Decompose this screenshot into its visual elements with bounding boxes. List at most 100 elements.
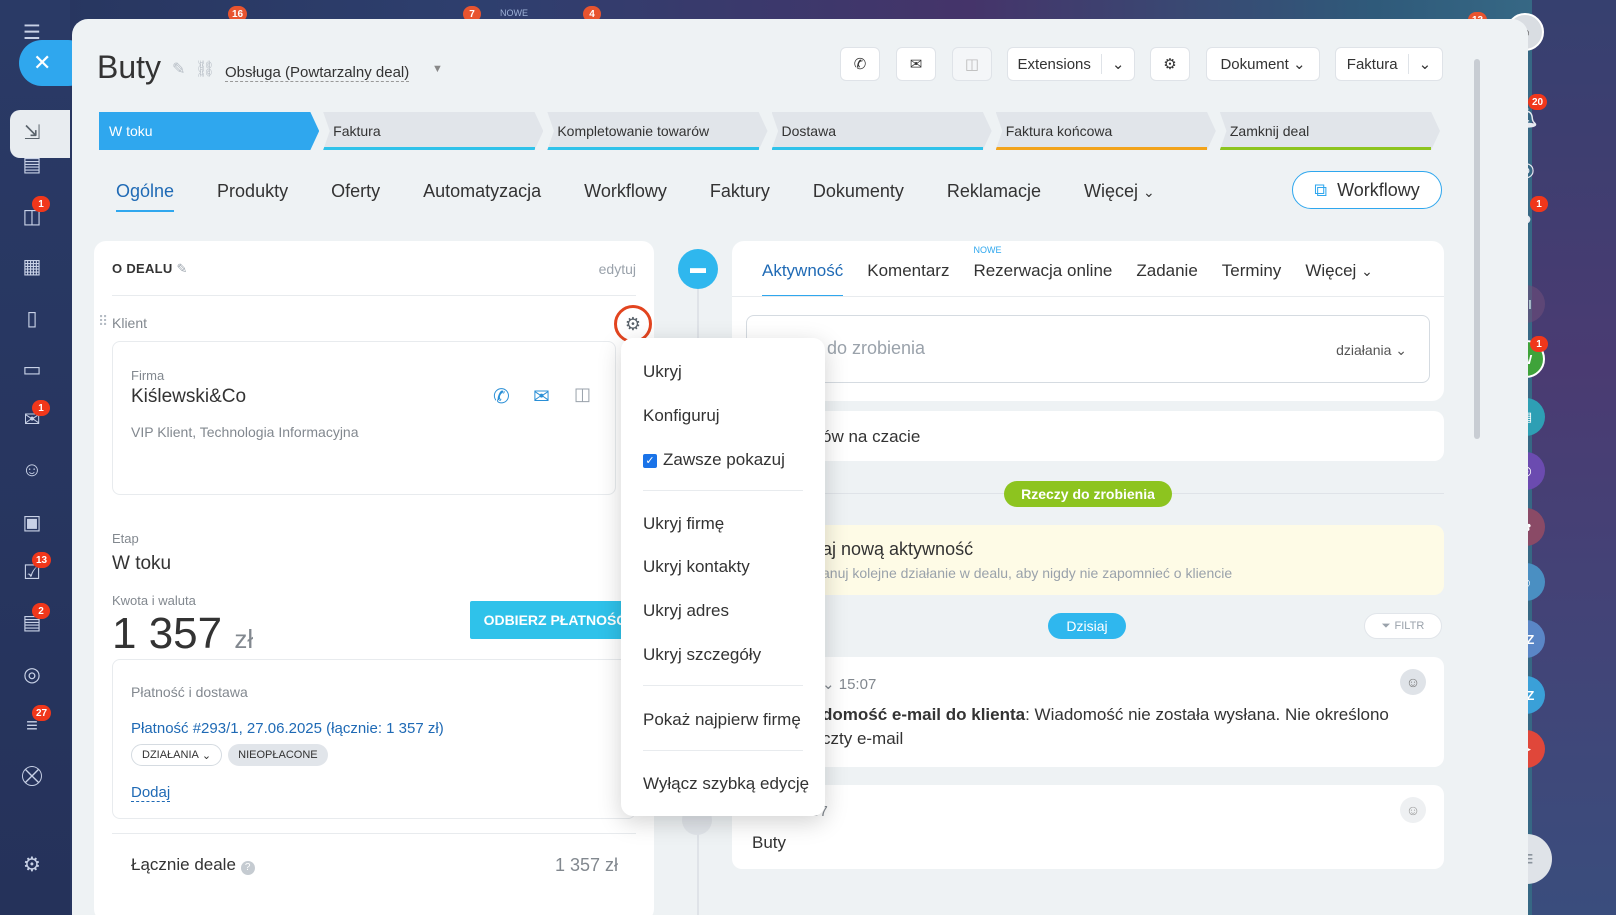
stage-label: Faktura	[333, 123, 381, 139]
email-time-value: 15:07	[838, 676, 877, 693]
link-icon[interactable]: ⛓	[195, 59, 215, 79]
menu-item-always-show[interactable]: ✓ Zawsze pokazuj	[643, 450, 785, 470]
tab-automatyzacja[interactable]: Automatyzacja	[423, 181, 541, 212]
company-card: Firma Kiślewski&Co ✆ ✉ ◫ VIP Klient, Tec…	[112, 341, 616, 495]
stage-label: Zamknij deal	[1229, 123, 1310, 139]
settings-button[interactable]: ⚙	[1150, 47, 1190, 81]
phone-icon[interactable]: ✆	[493, 384, 510, 409]
drag-handle-icon[interactable]: ⠿	[98, 313, 108, 330]
payment-link[interactable]: Płatność #293/1, 27.06.2025 (łącznie: 1 …	[131, 720, 444, 737]
target-icon[interactable]: ◎	[18, 660, 46, 688]
etap-value: W toku	[112, 553, 172, 574]
faktura-button[interactable]: Faktura ⌄	[1335, 47, 1443, 81]
board-icon[interactable]: ▣	[18, 508, 46, 536]
tab-dokumenty[interactable]: Dokumenty	[813, 181, 904, 212]
menu-item-hide[interactable]: Ukryj	[643, 362, 682, 382]
currency: zł	[234, 624, 254, 654]
stage-kompletowanie[interactable]: Kompletowanie towarów	[547, 112, 768, 150]
add-link[interactable]: Dodaj	[131, 784, 171, 802]
scrollbar[interactable]	[1474, 59, 1480, 439]
actions-chip[interactable]: DZIAŁANIA ⌄	[131, 744, 223, 766]
settings-icon[interactable]: ⚙	[18, 850, 46, 878]
tab-workflowy[interactable]: Workflowy	[584, 181, 667, 212]
menu-item-hide-address[interactable]: Ukryj adres	[643, 601, 729, 621]
crm-icon[interactable]: ⇲	[18, 118, 46, 146]
todo-input[interactable]: do zrobienia działania ⌄	[746, 315, 1430, 383]
email-activity-item[interactable]: ⌄ 15:07 domość e-mail do klienta: Wiadom…	[732, 657, 1444, 767]
payment-chips: DZIAŁANIA ⌄ NIEOPŁACONE	[131, 744, 328, 766]
stage-w-toku[interactable]: W toku	[99, 112, 320, 150]
help-icon[interactable]: ?	[240, 861, 255, 875]
tab-wiecej[interactable]: Więcej ⌄	[1305, 261, 1372, 297]
chevron-down-icon[interactable]: ▼	[432, 63, 443, 75]
contacts-icon[interactable]: ☺	[18, 456, 46, 484]
chat-icon[interactable]: ◫	[574, 384, 591, 405]
menu-item-hide-contacts[interactable]: Ukryj kontakty	[643, 557, 750, 577]
tab-komentarz[interactable]: Komentarz	[867, 261, 949, 297]
chat-button[interactable]: ◫	[952, 47, 992, 81]
filter-button[interactable]: ⏷ FILTR	[1364, 613, 1442, 639]
tab-oferty[interactable]: Oferty	[331, 181, 380, 212]
tab-aktywnosc[interactable]: Aktywność	[762, 261, 844, 297]
todo-actions-dropdown[interactable]: działania ⌄	[1336, 342, 1407, 359]
tab-wiecej[interactable]: Więcej ⌄	[1084, 181, 1155, 212]
edit-link[interactable]: edytuj	[599, 261, 636, 277]
stage-color-line	[1219, 147, 1432, 150]
dokument-button[interactable]: Dokument ⌄	[1206, 47, 1320, 81]
chat-row[interactable]: ów na czacie	[732, 411, 1444, 461]
tab-faktury[interactable]: Faktury	[710, 181, 770, 212]
menu-item-configure[interactable]: Konfiguruj	[643, 406, 720, 426]
stage-color-line	[323, 147, 535, 150]
avatar[interactable]: ☺	[1400, 797, 1426, 823]
company-name[interactable]: Kiślewski&Co	[131, 386, 246, 408]
chevron-down-icon: ⌄	[201, 749, 212, 762]
tab-reklamacje[interactable]: Reklamacje	[947, 181, 1041, 212]
mail-icon[interactable]: ✉	[533, 384, 550, 409]
client-context-menu: Ukryj Konfiguruj ✓ Zawsze pokazuj Ukryj f…	[621, 338, 825, 816]
email-button[interactable]: ✉	[896, 47, 936, 81]
contact-w-badge: 1	[1530, 336, 1548, 352]
tab-rezerwacja[interactable]: Rezerwacja online NOWE	[973, 245, 1112, 297]
edit-title-icon[interactable]: ✎	[172, 59, 185, 79]
tab-terminy[interactable]: Terminy	[1222, 261, 1282, 297]
activity-editor: Aktywność Komentarz Rezerwacja online NOW…	[732, 241, 1444, 401]
email-text-line2: czty e-mail	[822, 729, 904, 748]
checkbox-checked-icon[interactable]: ✓	[643, 453, 657, 468]
menu-item-disable-quick-edit[interactable]: Wyłącz szybką edycję	[643, 774, 809, 794]
tasks-badge: 13	[32, 552, 52, 568]
calendar-icon[interactable]: ▦	[18, 252, 46, 280]
tab-produkty[interactable]: Produkty	[217, 181, 288, 212]
add-activity-row[interactable]: aj nową aktywność anuj kolejne działanie…	[732, 525, 1444, 595]
stage-faktura-koncowa[interactable]: Faktura końcowa	[995, 112, 1216, 150]
menu-item-show-company-first[interactable]: Pokaż najpierw firmę	[643, 710, 801, 730]
edit-pencil-icon[interactable]: ✎	[177, 261, 188, 276]
stage-dostawa[interactable]: Dostawa	[771, 112, 992, 150]
tab-zadanie[interactable]: Zadanie	[1136, 261, 1197, 297]
extensions-button[interactable]: Extensions ⌄	[1007, 47, 1135, 81]
receive-payment-button[interactable]: ODBIERZ PŁATNOŚĆ	[470, 601, 640, 639]
cart-icon[interactable]: ⛒	[18, 762, 46, 790]
actions-chip-label: DZIAŁANIA	[142, 749, 199, 761]
menu-item-hide-details[interactable]: Ukryj szczegóły	[643, 645, 761, 665]
call-button[interactable]: ✆	[840, 47, 880, 81]
document-icon[interactable]: ▯	[18, 304, 46, 332]
stage-zamknij-deal[interactable]: Zamknij deal	[1219, 112, 1441, 150]
deal-created-item[interactable]: deal 15:07 Buty ☺	[732, 785, 1444, 869]
stage-label: W toku	[109, 123, 153, 139]
stage-color-line	[547, 147, 759, 150]
tasks-list-icon[interactable]: ▤	[18, 150, 46, 178]
chat-icon: ◫	[964, 56, 980, 73]
stage-faktura[interactable]: Faktura	[323, 112, 544, 150]
stage-label: Kompletowanie towarów	[557, 123, 710, 139]
dokument-label: Dokument	[1220, 55, 1289, 73]
email-text: domość e-mail do klienta: Wiadomość nie …	[822, 705, 1389, 725]
menu-item-hide-company[interactable]: Ukryj firmę	[643, 514, 724, 534]
total-deals-value: 1 357 zł	[554, 855, 618, 875]
workflow-button[interactable]: ⧉ Workflowy	[1292, 171, 1442, 209]
menu-divider	[643, 490, 803, 491]
drive-icon[interactable]: ▭	[18, 355, 46, 383]
tab-ogolne[interactable]: Ogólne	[116, 181, 175, 212]
avatar[interactable]: ☺	[1400, 669, 1426, 695]
email-time: ⌄ 15:07	[822, 676, 877, 693]
pipeline-selector[interactable]: Obsługa (Powtarzalny deal)	[225, 64, 410, 82]
